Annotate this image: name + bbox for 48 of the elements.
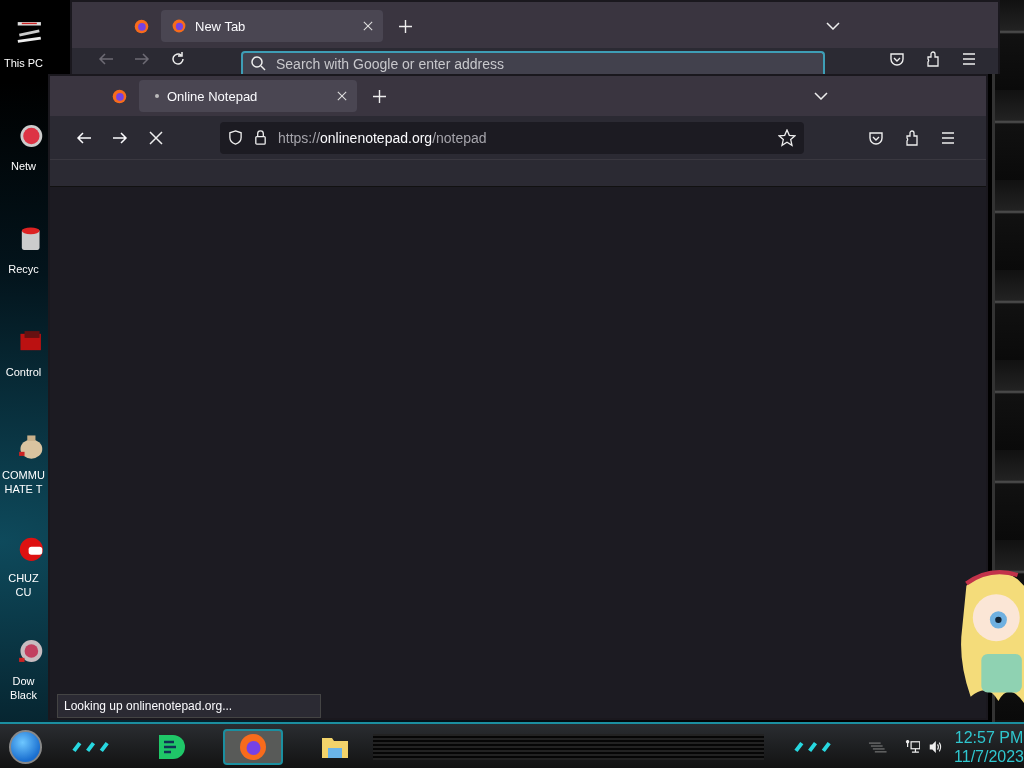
desktop-icon-label[interactable]: Netw bbox=[10, 159, 37, 173]
address-bar[interactable]: Search with Google or enter address bbox=[241, 51, 825, 74]
puzzle-piece-icon[interactable] bbox=[904, 129, 920, 146]
start-button[interactable] bbox=[9, 730, 43, 764]
plus-icon[interactable] bbox=[399, 19, 412, 33]
clock[interactable]: 12:57 PM 11/7/2023 bbox=[954, 728, 1024, 766]
chevron-down-icon[interactable] bbox=[826, 22, 840, 30]
desktop-icon-label[interactable]: HATE T bbox=[4, 482, 43, 496]
menu-icon[interactable] bbox=[961, 51, 977, 67]
pocket-icon[interactable] bbox=[868, 129, 884, 146]
browser-tab[interactable]: New Tab bbox=[161, 10, 383, 42]
desktop-icon-label[interactable]: This PC bbox=[3, 56, 44, 70]
close-icon[interactable] bbox=[337, 91, 347, 101]
browser-tab[interactable]: Online Notepad bbox=[139, 80, 357, 112]
network-icon[interactable] bbox=[904, 739, 921, 755]
reload-icon[interactable] bbox=[170, 51, 186, 67]
pocket-icon[interactable] bbox=[889, 51, 905, 67]
desktop-icon-label[interactable]: CHUZ bbox=[8, 571, 39, 585]
speaker-icon[interactable] bbox=[928, 739, 944, 755]
clock-date: 11/7/2023 bbox=[954, 747, 1024, 766]
desktop-icon-label[interactable]: Black bbox=[10, 688, 37, 702]
grip-icon[interactable] bbox=[867, 741, 887, 753]
puzzle-piece-icon[interactable] bbox=[925, 51, 941, 67]
menu-icon[interactable] bbox=[940, 129, 956, 146]
tab-title: Online Notepad bbox=[167, 88, 259, 104]
desktop-icon-label[interactable]: CU bbox=[15, 585, 32, 599]
desktop-icon-label[interactable]: Dow bbox=[12, 674, 35, 688]
close-icon[interactable] bbox=[363, 21, 373, 31]
clock-time: 12:57 PM bbox=[954, 728, 1024, 747]
browser-logo-icon[interactable] bbox=[133, 17, 150, 35]
shield-icon[interactable] bbox=[228, 130, 243, 145]
browser-logo-icon[interactable] bbox=[111, 87, 128, 105]
search-icon bbox=[251, 56, 266, 71]
status-text: Looking up onlinenotepad.org... bbox=[57, 694, 321, 718]
address-bar[interactable]: https://onlinenotepad.org/notepad bbox=[220, 121, 804, 154]
browser-logo-icon bbox=[238, 732, 269, 762]
lock-icon[interactable] bbox=[253, 130, 268, 145]
chevron-down-icon[interactable] bbox=[814, 92, 828, 100]
tab-title: New Tab bbox=[195, 18, 247, 34]
back-arrow-icon[interactable] bbox=[76, 129, 92, 146]
star-icon[interactable] bbox=[778, 128, 796, 147]
notes-app-icon bbox=[156, 732, 187, 762]
stop-icon[interactable] bbox=[148, 129, 164, 146]
desktop-icon-label[interactable]: Control bbox=[5, 365, 42, 379]
plus-icon[interactable] bbox=[373, 89, 386, 103]
desktop-icon-label[interactable]: Recyc bbox=[8, 262, 39, 276]
desktop-icon-label[interactable]: COMMU bbox=[2, 468, 45, 482]
forward-arrow-icon[interactable] bbox=[112, 129, 128, 146]
